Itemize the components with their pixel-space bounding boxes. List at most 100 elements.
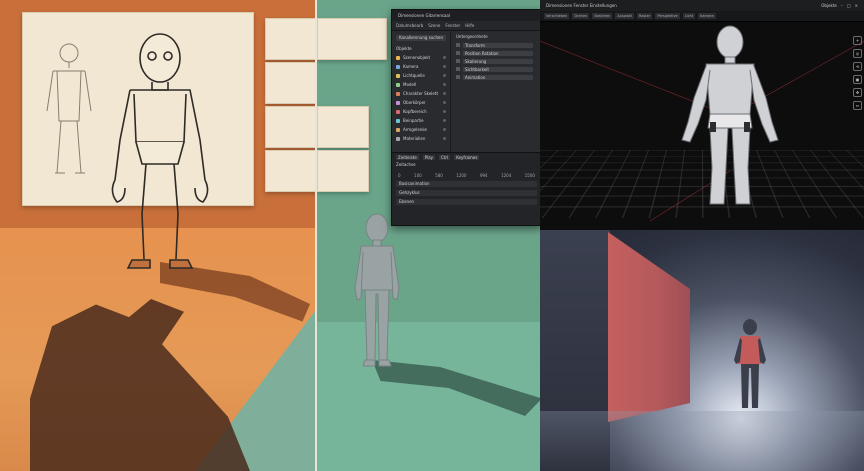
viewport-tool-button[interactable]: Drehen — [572, 13, 590, 19]
minimize-icon[interactable]: – — [841, 3, 843, 8]
property-checkbox[interactable] — [456, 43, 460, 47]
maximize-icon[interactable]: □ — [847, 3, 851, 8]
hierarchy-item[interactable]: Szenenobjekt — [392, 53, 450, 62]
tab-timeline[interactable]: Zeitleiste — [396, 155, 419, 160]
property-row[interactable]: Transform — [452, 41, 537, 49]
timeline-track[interactable]: Gehzyklus — [396, 190, 537, 196]
visibility-icon[interactable] — [443, 83, 446, 86]
hierarchy-item-label: Modell — [403, 82, 417, 87]
hierarchy-item[interactable]: Kopfbereich — [392, 107, 450, 116]
menu-item-window[interactable]: Fenster — [445, 23, 460, 28]
menu-item-help[interactable]: Hilfe — [465, 23, 474, 28]
viewport-tool-icon[interactable]: ⟲ — [853, 62, 862, 71]
tab-ctrl[interactable]: Ctrl — [439, 155, 451, 160]
property-checkbox[interactable] — [456, 75, 460, 79]
viewport-tool-button[interactable]: Verschieben — [544, 13, 570, 19]
visibility-icon[interactable] — [443, 65, 446, 68]
hierarchy-item[interactable]: Armgelenke — [392, 125, 450, 134]
timeline-track[interactable]: Ebenen — [396, 199, 537, 205]
hierarchy-item-label: Kopfbereich — [403, 109, 427, 114]
object-icon — [396, 91, 400, 96]
property-row[interactable]: Sichtbarkeit — [452, 65, 537, 73]
viewport-tool-button[interactable]: Licht — [682, 13, 696, 19]
viewport-tool-icon[interactable]: ✥ — [853, 88, 862, 97]
property-field[interactable]: Skalierung — [463, 58, 533, 64]
hierarchy-item-label: Oberkörper — [403, 100, 426, 105]
red-wall — [608, 232, 690, 422]
properties-title-label: Untergeordnete — [456, 34, 488, 39]
property-field[interactable]: Animation — [463, 74, 533, 80]
visibility-icon[interactable] — [443, 128, 446, 131]
storyboard-thumb-6 — [317, 106, 369, 148]
timeline-panel: Zeitleiste Play Ctrl Keyframes Zeitachse… — [392, 152, 541, 225]
storyboard-thumb-5 — [317, 18, 387, 60]
render-floor — [540, 411, 864, 471]
viewport-right-label: Objekte — [821, 3, 837, 8]
visibility-icon[interactable] — [443, 92, 446, 95]
tab-keyframes[interactable]: Keyframes — [454, 155, 480, 160]
property-row[interactable]: Position Rotation — [452, 49, 537, 57]
close-icon[interactable]: × — [855, 3, 858, 8]
timeline-frame-number: 0 — [398, 173, 401, 178]
hierarchy-item[interactable]: Lichtquelle — [392, 71, 450, 80]
viewport-panel: Dimensionen Fenster Einstellungen Objekt… — [540, 0, 864, 230]
property-checkbox[interactable] — [456, 59, 460, 63]
visibility-icon[interactable] — [443, 74, 446, 77]
viewport-tool-icon[interactable]: ▣ — [853, 75, 862, 84]
visibility-icon[interactable] — [443, 56, 446, 59]
property-field[interactable]: Position Rotation — [463, 50, 533, 56]
viewport-title: Dimensionen Fenster Einstellungen — [546, 3, 617, 8]
visibility-icon[interactable] — [443, 101, 446, 104]
hierarchy-item[interactable]: Beinpartie — [392, 116, 450, 125]
hierarchy-search-input[interactable]: Kanalkennung suchen — [396, 35, 446, 41]
viewport-titlebar: Dimensionen Fenster Einstellungen Objekt… — [540, 0, 864, 11]
viewport-tool-icon[interactable]: ◎ — [853, 49, 862, 58]
visibility-icon[interactable] — [443, 110, 446, 113]
hierarchy-item-label: Charakter Skelett — [403, 91, 439, 96]
editor-titlebar: Dimensionen Gitarrensaal — [392, 10, 541, 21]
clay-figure — [354, 213, 400, 367]
object-icon — [396, 127, 400, 132]
viewport-tool-icon[interactable]: ⇔ — [853, 101, 862, 110]
rigged-character — [681, 25, 779, 205]
viewport-tool-button[interactable]: Raster — [637, 13, 653, 19]
viewport-tool-icon[interactable]: + — [853, 36, 862, 45]
viewport-tool-button[interactable]: Auswahl — [615, 13, 635, 19]
object-icon — [396, 136, 400, 141]
hierarchy-item-label: Kamera — [403, 64, 419, 69]
property-checkbox[interactable] — [456, 51, 460, 55]
visibility-icon[interactable] — [443, 137, 446, 140]
hierarchy-item[interactable]: Materialien — [392, 134, 450, 143]
hierarchy-tree: Szenenobjekt Kamera Lichtquelle Modell Chara… — [392, 53, 450, 143]
hierarchy-panel: Kanalkennung suchen Objekte Szenenobjekt… — [392, 32, 451, 152]
tab-play[interactable]: Play — [422, 155, 436, 160]
property-field[interactable]: Transform — [463, 42, 533, 48]
object-icon — [396, 82, 400, 87]
property-checkbox[interactable] — [456, 67, 460, 71]
timeline-track[interactable]: Basisanimation — [396, 181, 537, 187]
property-row[interactable]: Animation — [452, 73, 537, 81]
timeline-ruler[interactable]: 0 100 580 1200 994 1204 1500 — [392, 167, 541, 178]
hierarchy-item[interactable]: Kamera — [392, 62, 450, 71]
viewport-tool-button[interactable]: Kamera — [698, 13, 716, 19]
hierarchy-tab[interactable]: Objekte — [392, 44, 450, 53]
property-row[interactable]: Skalierung — [452, 57, 537, 65]
timeline-frame-number: 580 — [435, 173, 443, 178]
hierarchy-tab-label: Objekte — [396, 46, 412, 51]
menu-item-edit[interactable]: Datumsbearb — [396, 23, 423, 28]
viewport-side-toolbar: + ◎ ⟲ ▣ ✥ ⇔ — [853, 36, 862, 110]
editor-window: Dimensionen Gitarrensaal Datumsbearb Sze… — [391, 9, 542, 226]
viewport-tool-button[interactable]: Skalieren — [592, 13, 613, 19]
hierarchy-item[interactable]: Modell — [392, 80, 450, 89]
hierarchy-item-label: Beinpartie — [403, 118, 424, 123]
object-icon — [396, 109, 400, 114]
visibility-icon[interactable] — [443, 119, 446, 122]
hierarchy-item[interactable]: Oberkörper — [392, 98, 450, 107]
object-icon — [396, 64, 400, 69]
timeline-tracks: Basisanimation Gehzyklus Ebenen — [392, 181, 541, 205]
property-field[interactable]: Sichtbarkeit — [463, 66, 533, 72]
menu-item-scene[interactable]: Szene — [428, 23, 440, 28]
hierarchy-item[interactable]: Charakter Skelett — [392, 89, 450, 98]
storyboard-thumb-1 — [265, 18, 315, 60]
viewport-tool-button[interactable]: Perspektive — [655, 13, 680, 19]
